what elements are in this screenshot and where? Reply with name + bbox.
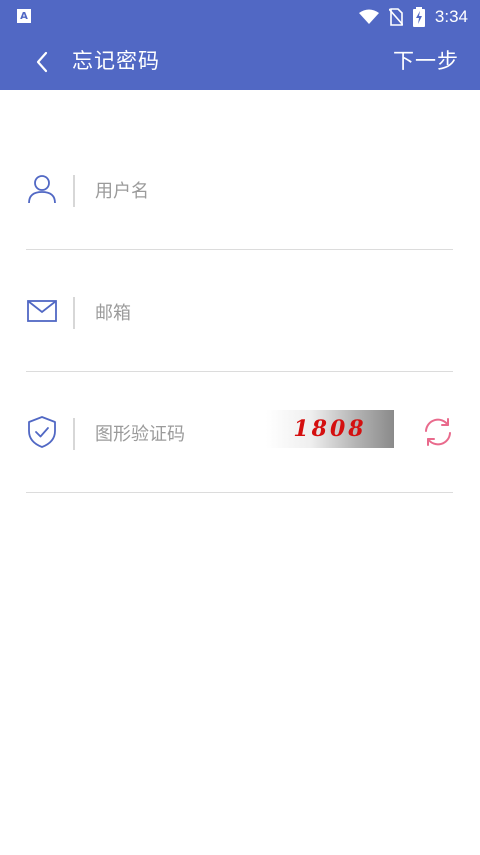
back-button[interactable] [22, 42, 62, 82]
status-icons: 3:34 [358, 6, 468, 28]
shield-check-icon [26, 416, 58, 448]
username-row [26, 173, 453, 250]
status-bar: A 3:34 [0, 0, 480, 34]
next-step-button[interactable]: 下一步 [393, 47, 459, 75]
captcha-image[interactable]: 1808 [266, 410, 394, 448]
app-bar: 忘记密码 下一步 [0, 34, 480, 90]
mail-icon [26, 295, 58, 327]
field-divider [73, 297, 75, 329]
no-sim-icon [388, 8, 403, 26]
captcha-input[interactable] [95, 420, 255, 448]
captcha-row: 1808 [26, 410, 454, 493]
field-divider [73, 175, 75, 207]
captcha-code: 1808 [293, 416, 367, 442]
field-underline [26, 249, 453, 250]
field-underline [26, 371, 453, 372]
app-notification-icon: A [17, 9, 31, 23]
battery-charging-icon [412, 7, 425, 27]
email-input[interactable] [95, 299, 345, 327]
page-title: 忘记密码 [72, 49, 160, 73]
field-divider [73, 418, 75, 450]
user-icon [26, 173, 58, 205]
back-arrow-icon [36, 51, 48, 73]
refresh-captcha-button[interactable] [422, 416, 454, 448]
status-time: 3:34 [434, 7, 468, 26]
refresh-icon [425, 418, 451, 446]
username-input[interactable] [95, 177, 345, 205]
wifi-icon [358, 9, 379, 24]
email-row [26, 295, 453, 372]
field-underline [26, 492, 453, 493]
